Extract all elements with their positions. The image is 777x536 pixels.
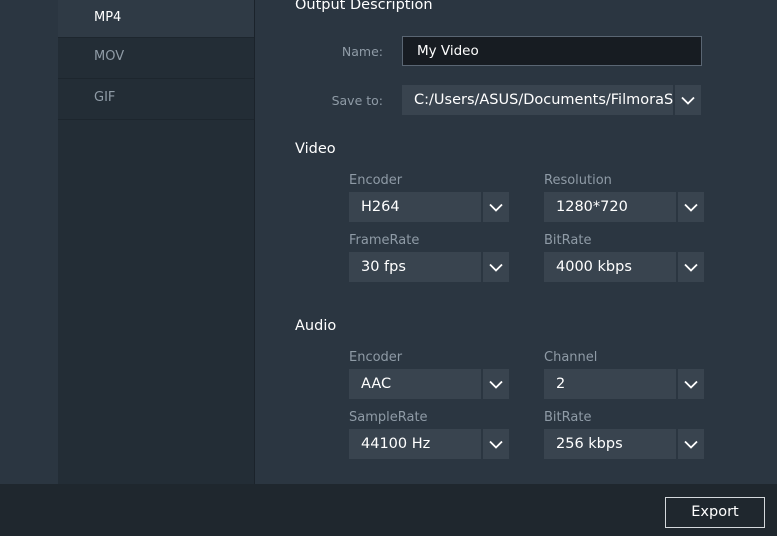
- audio-bitrate-value: 256 kbps: [556, 436, 623, 452]
- footer-bar: [0, 484, 777, 536]
- audio-section-title: Audio: [295, 318, 337, 334]
- channel-select[interactable]: 2: [544, 369, 704, 399]
- chevron-down-icon[interactable]: [676, 369, 704, 399]
- framerate-select[interactable]: 30 fps: [349, 252, 509, 282]
- chevron-down-icon[interactable]: [481, 192, 509, 222]
- video-encoder-label: Encoder: [349, 173, 403, 188]
- format-list: MP4 MOV GIF: [58, 0, 255, 484]
- resolution-label: Resolution: [544, 173, 612, 188]
- audio-encoder-value: AAC: [361, 376, 392, 392]
- chevron-down-icon[interactable]: [673, 85, 701, 115]
- name-label: Name:: [341, 44, 383, 59]
- format-item-mov[interactable]: MOV: [58, 38, 254, 79]
- chevron-down-icon[interactable]: [676, 429, 704, 459]
- settings-panel: [256, 0, 777, 484]
- video-section-title: Video: [295, 141, 336, 157]
- export-button[interactable]: Export: [665, 497, 765, 528]
- chevron-down-icon[interactable]: [676, 192, 704, 222]
- video-encoder-select[interactable]: H264: [349, 192, 509, 222]
- save-to-value: C:/Users/ASUS/Documents/FilmoraS: [414, 92, 673, 108]
- samplerate-value: 44100 Hz: [361, 436, 431, 452]
- video-encoder-value: H264: [361, 199, 400, 215]
- chevron-down-icon[interactable]: [676, 252, 704, 282]
- chevron-down-icon[interactable]: [481, 429, 509, 459]
- channel-label: Channel: [544, 350, 598, 365]
- name-input[interactable]: [402, 36, 702, 66]
- video-bitrate-value: 4000 kbps: [556, 259, 632, 275]
- audio-bitrate-label: BitRate: [544, 410, 592, 425]
- video-bitrate-select[interactable]: 4000 kbps: [544, 252, 704, 282]
- samplerate-select[interactable]: 44100 Hz: [349, 429, 509, 459]
- save-to-select[interactable]: C:/Users/ASUS/Documents/FilmoraS: [402, 85, 701, 115]
- format-item-mp4[interactable]: MP4: [58, 0, 254, 38]
- video-bitrate-label: BitRate: [544, 233, 592, 248]
- save-to-label: Save to:: [331, 93, 383, 108]
- audio-bitrate-select[interactable]: 256 kbps: [544, 429, 704, 459]
- samplerate-label: SampleRate: [349, 410, 428, 425]
- format-item-gif[interactable]: GIF: [58, 79, 254, 120]
- audio-encoder-label: Encoder: [349, 350, 403, 365]
- resolution-value: 1280*720: [556, 199, 628, 215]
- chevron-down-icon[interactable]: [481, 252, 509, 282]
- output-description-title: Output Description: [295, 0, 433, 13]
- resolution-select[interactable]: 1280*720: [544, 192, 704, 222]
- left-strip: [0, 0, 58, 484]
- framerate-label: FrameRate: [349, 233, 420, 248]
- framerate-value: 30 fps: [361, 259, 406, 275]
- channel-value: 2: [556, 376, 566, 392]
- audio-encoder-select[interactable]: AAC: [349, 369, 509, 399]
- chevron-down-icon[interactable]: [481, 369, 509, 399]
